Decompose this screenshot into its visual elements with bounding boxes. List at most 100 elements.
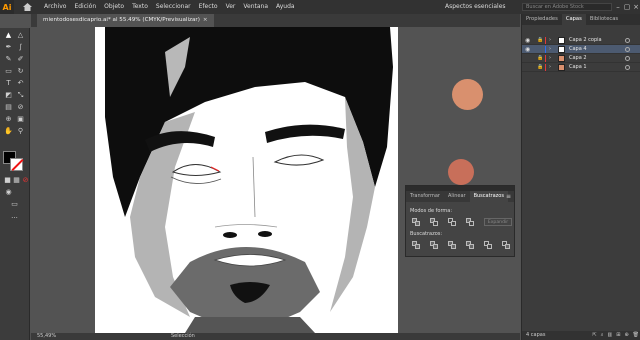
rectangle-tool-icon[interactable]: ▭ <box>4 67 13 76</box>
crop-icon[interactable] <box>466 241 474 249</box>
layer-color-bar <box>545 37 546 44</box>
new-layer-icon[interactable]: ⊕ <box>624 331 628 340</box>
new-sublayer-icon[interactable]: ⊞ <box>616 331 620 340</box>
trim-icon[interactable] <box>430 241 438 249</box>
menu-ver[interactable]: Ver <box>222 0 240 14</box>
locate-icon[interactable]: ⌕ <box>601 331 604 340</box>
document-title: mientodosesdicaprio.ai* al 55.49% (CMYK/… <box>43 17 200 23</box>
expand-chevron-icon[interactable]: › <box>549 63 551 72</box>
curvature-tool-icon[interactable]: ∫ <box>16 43 25 52</box>
layer-name[interactable]: Capa 1 <box>569 63 587 72</box>
close-tab-icon[interactable]: × <box>203 17 208 23</box>
menu-texto[interactable]: Texto <box>128 0 152 14</box>
tab-propiedades[interactable]: Propiedades <box>522 14 562 25</box>
layer-row[interactable]: ◉ › Capa 4 <box>522 45 640 54</box>
pencil-tool-icon[interactable]: ✎ <box>4 55 13 64</box>
clip-icon[interactable]: ▥ <box>608 331 613 340</box>
lock-icon[interactable]: 🔒 <box>537 36 543 45</box>
direct-selection-tool-icon[interactable]: △ <box>16 31 25 40</box>
portrait-illustration <box>105 27 393 333</box>
tab-buscatrazos[interactable]: Buscatrazos <box>469 191 508 202</box>
layers-panel: Propiedades Capas Bibliotecas ◉ 🔒 › Capa… <box>521 14 640 340</box>
color-swatch-top[interactable] <box>452 79 483 110</box>
menu-objeto[interactable]: Objeto <box>100 0 128 14</box>
layer-name[interactable]: Capa 2 copia <box>569 36 602 45</box>
stock-search-input[interactable]: Buscar en Adobe Stock <box>522 3 612 11</box>
lock-icon[interactable]: 🔒 <box>537 54 543 63</box>
layer-row[interactable]: ◉ 🔒 › Capa 2 copia <box>522 36 640 45</box>
expand-chevron-icon[interactable]: › <box>549 36 551 45</box>
color-swatch-bottom[interactable] <box>448 159 474 185</box>
zoom-tool-icon[interactable]: ⚲ <box>16 127 25 136</box>
menu-ayuda[interactable]: Ayuda <box>272 0 299 14</box>
expand-chevron-icon[interactable]: › <box>549 54 551 63</box>
home-icon[interactable] <box>20 0 34 14</box>
minus-front-icon[interactable] <box>430 218 438 226</box>
layer-target-icon[interactable] <box>625 38 630 43</box>
menu-edicion[interactable]: Edición <box>70 0 100 14</box>
menu-ventana[interactable]: Ventana <box>239 0 272 14</box>
intersect-icon[interactable] <box>448 218 456 226</box>
minus-back-icon[interactable] <box>502 241 510 249</box>
selection-tool-icon[interactable]: ▲ <box>4 31 13 40</box>
tab-bibliotecas[interactable]: Bibliotecas <box>586 14 622 25</box>
minimize-icon[interactable]: – <box>614 2 622 12</box>
unite-icon[interactable] <box>412 218 420 226</box>
stroke-color-swatch[interactable] <box>10 158 23 171</box>
eyedropper-tool-icon[interactable]: ⊘ <box>16 103 25 112</box>
outline-icon[interactable] <box>484 241 492 249</box>
layer-name[interactable]: Capa 2 <box>569 54 587 63</box>
scale-tool-icon[interactable]: ⤡ <box>16 91 25 100</box>
type-tool-icon[interactable]: T <box>4 79 13 88</box>
none-mode-icon[interactable]: ⊘ <box>21 176 30 185</box>
close-window-icon[interactable]: × <box>632 2 640 12</box>
menu-archivo[interactable]: Archivo <box>40 0 70 14</box>
tab-capas[interactable]: Capas <box>561 14 586 25</box>
visibility-eye-icon[interactable]: ◉ <box>525 45 530 54</box>
workspace-switcher[interactable]: Aspectos esenciales <box>445 0 506 14</box>
pen-tool-icon[interactable]: ✒ <box>4 43 13 52</box>
document-tab[interactable]: mientodosesdicaprio.ai* al 55.49% (CMYK/… <box>37 14 214 27</box>
delete-layer-icon[interactable]: 🗑 <box>633 331 639 340</box>
layer-target-icon[interactable] <box>625 56 630 61</box>
tab-transformar[interactable]: Transformar <box>406 191 444 202</box>
layer-target-icon[interactable] <box>625 65 630 70</box>
expand-button[interactable]: Expandir <box>484 218 512 226</box>
tab-alinear[interactable]: Alinear <box>444 191 470 202</box>
export-icon[interactable]: ⇱ <box>592 331 596 340</box>
zoom-level[interactable]: 55,49% <box>37 333 56 340</box>
eraser-tool-icon[interactable]: ◩ <box>4 91 13 100</box>
more-tools-icon[interactable]: ··· <box>10 214 19 223</box>
right-panel-tabs: Propiedades Capas Bibliotecas <box>522 14 640 25</box>
undo-tool-icon[interactable]: ↶ <box>16 79 25 88</box>
layer-row[interactable]: 🔒 › Capa 2 <box>522 54 640 63</box>
gradient-mode-icon[interactable]: ▦ <box>12 176 21 185</box>
layer-name[interactable]: Capa 4 <box>569 45 587 54</box>
status-mode[interactable]: Selección <box>171 333 195 340</box>
canvas-area[interactable] <box>31 27 520 333</box>
color-mode-icon[interactable]: ■ <box>3 176 12 185</box>
lock-icon[interactable]: 🔒 <box>537 63 543 72</box>
shape-builder-tool-icon[interactable]: ⊕ <box>4 115 13 124</box>
artboard-tool-icon[interactable]: ▣ <box>16 115 25 124</box>
draw-mode-icon[interactable]: ◉ <box>4 188 13 197</box>
menu-efecto[interactable]: Efecto <box>195 0 222 14</box>
brush-tool-icon[interactable]: ✐ <box>16 55 25 64</box>
gradient-tool-icon[interactable]: ▤ <box>4 103 13 112</box>
document-tab-bar: mientodosesdicaprio.ai* al 55.49% (CMYK/… <box>31 14 520 27</box>
menu-seleccionar[interactable]: Seleccionar <box>152 0 195 14</box>
visibility-eye-icon[interactable]: ◉ <box>525 36 530 45</box>
status-bar: 55,49% Selección <box>31 333 520 340</box>
maximize-icon[interactable]: ▢ <box>623 2 631 12</box>
divide-icon[interactable] <box>412 241 420 249</box>
screen-mode-icon[interactable]: ▭ <box>10 200 19 209</box>
merge-icon[interactable] <box>448 241 456 249</box>
expand-chevron-icon[interactable]: › <box>549 45 551 54</box>
hand-tool-icon[interactable]: ✋ <box>4 127 13 136</box>
layer-row[interactable]: 🔒 › Capa 1 <box>522 63 640 72</box>
rotate-tool-icon[interactable]: ↻ <box>16 67 25 76</box>
panel-menu-icon[interactable]: ≡ <box>506 193 511 200</box>
exclude-icon[interactable] <box>466 218 474 226</box>
artboard[interactable] <box>95 27 398 333</box>
layer-target-icon[interactable] <box>625 47 630 52</box>
